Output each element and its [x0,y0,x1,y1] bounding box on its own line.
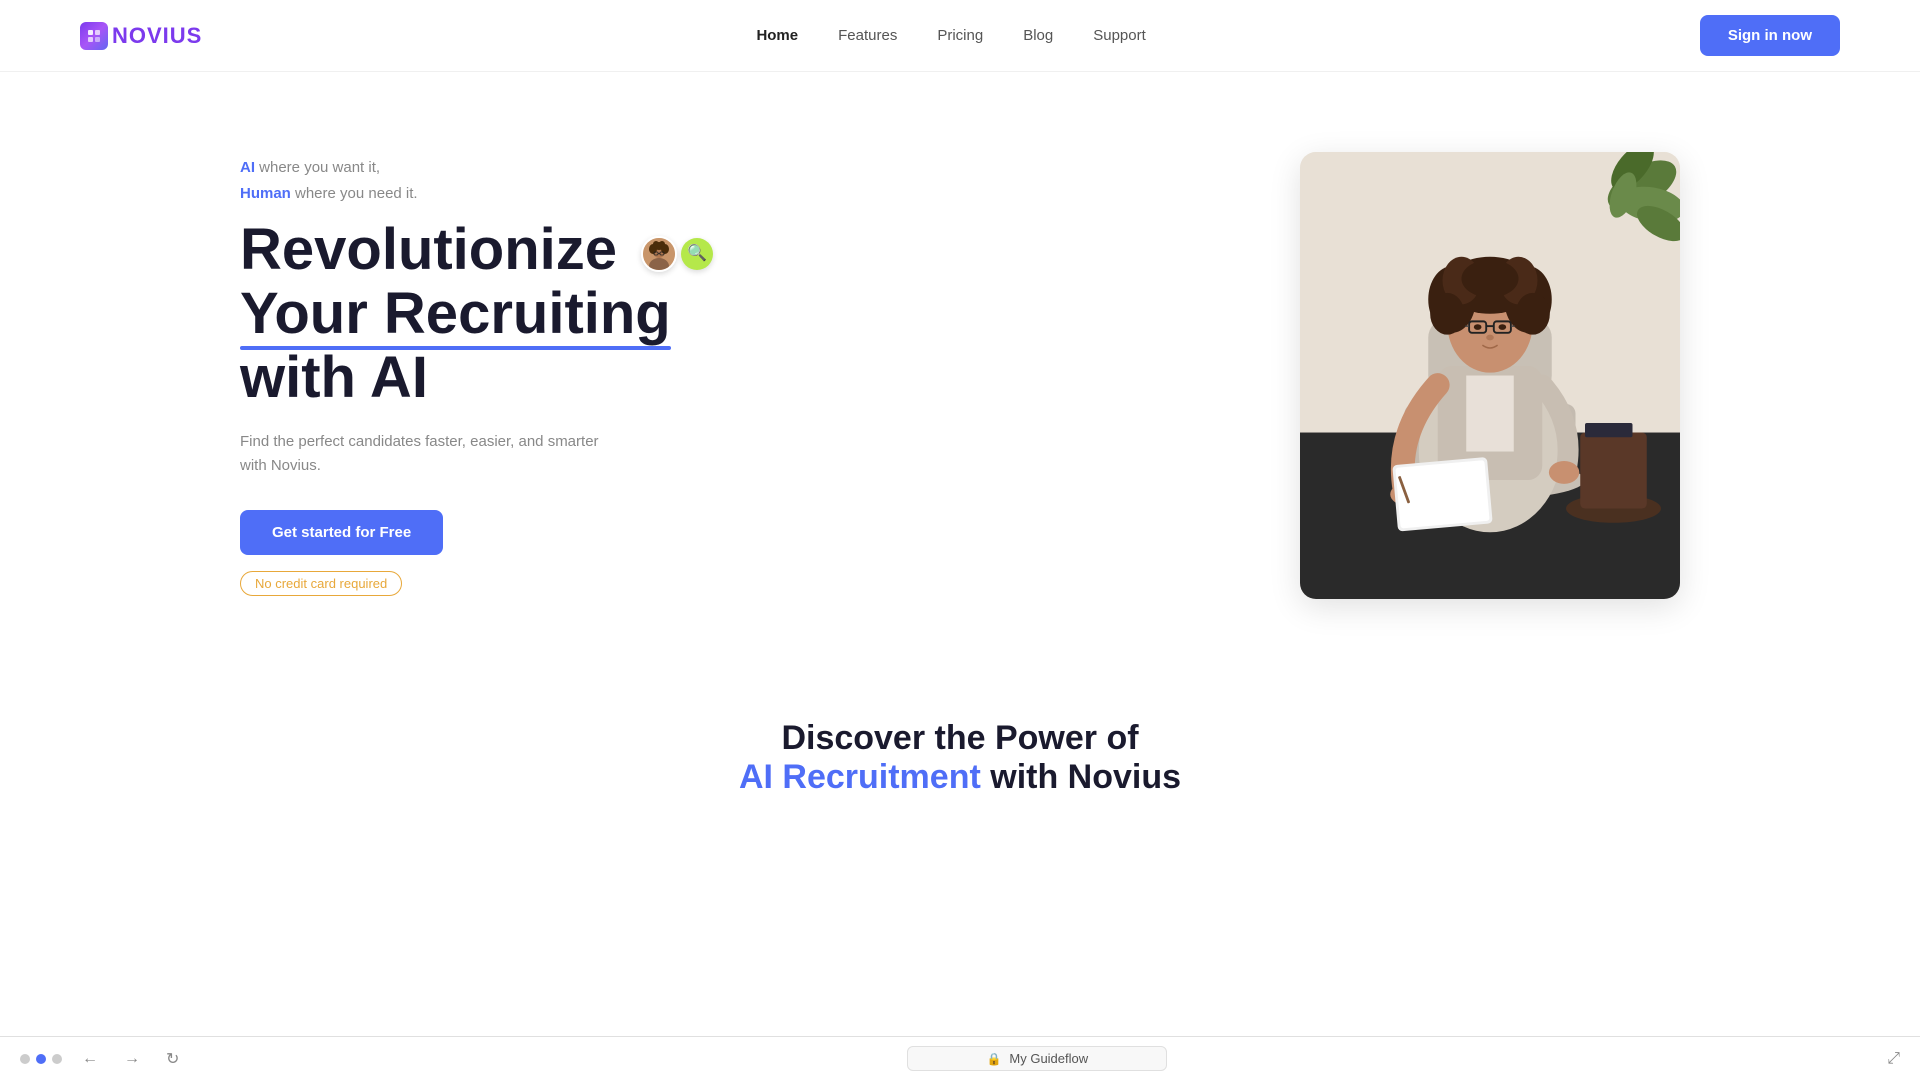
hero-image [1300,152,1680,599]
discover-line1: Discover the Power of [781,719,1138,757]
nav-item-blog[interactable]: Blog [1023,27,1053,44]
hero-section: AI where you want it, Human where you ne… [0,72,1920,659]
headline-part3: with AI [240,345,428,410]
discover-section: Discover the Power of AI Recruitment wit… [0,659,1920,845]
hero-description: Find the perfect candidates faster, easi… [240,430,620,478]
woman-illustration [1300,152,1680,599]
search-icon-badge: 🔍 [681,238,713,270]
nav-item-pricing[interactable]: Pricing [937,27,983,44]
expand-icon[interactable]: ⤢ [1887,1050,1900,1068]
hero-content: AI where you want it, Human where you ne… [240,155,760,595]
tagline-human: Human [240,185,291,202]
dot-3 [52,1054,62,1064]
nav-controls: ← → ↻ [74,1045,187,1073]
navbar: NOVIUS Home Features Pricing Blog Suppor… [0,0,1920,72]
tagline-human-suffix: where you need it. [291,185,418,202]
dot-1 [20,1054,30,1064]
forward-arrow-icon[interactable]: → [116,1046,148,1072]
logo[interactable]: NOVIUS [80,22,202,50]
discover-suffix: with Novius [981,758,1181,796]
headline-part2: Your Recruiting [240,281,671,346]
avatar-badge-group: 🔍 [641,236,713,272]
lock-icon: 🔒 [986,1052,1001,1066]
hero-cta-group: Get started for Free No credit card requ… [240,510,760,596]
hero-tagline: AI where you want it, Human where you ne… [240,155,760,206]
avatar [641,236,677,272]
bottom-bar: ← → ↻ 🔒 My Guideflow ⤢ [0,1036,1920,1080]
discover-title: Discover the Power of AI Recruitment wit… [80,719,1840,797]
tagline-ai: AI [240,159,255,176]
hero-image-area [1300,152,1680,599]
dot-2 [36,1054,46,1064]
nav-links: Home Features Pricing Blog Support [756,27,1145,45]
nav-item-home[interactable]: Home [756,27,798,44]
signin-button[interactable]: Sign in now [1700,15,1840,56]
pagination-dots [20,1054,62,1064]
headline-part1: Revolutionize [240,217,617,282]
guideflow-bar: 🔒 My Guideflow [907,1046,1167,1071]
guideflow-label: My Guideflow [1009,1051,1088,1066]
refresh-icon[interactable]: ↻ [158,1045,187,1073]
hero-headline: Revolutionize [240,218,760,409]
get-started-button[interactable]: Get started for Free [240,510,443,555]
discover-ai-recruitment: AI Recruitment [739,758,981,796]
nav-item-features[interactable]: Features [838,27,897,44]
no-credit-card-label: No credit card required [240,571,402,596]
logo-icon [80,22,108,50]
back-arrow-icon[interactable]: ← [74,1046,106,1072]
nav-item-support[interactable]: Support [1093,27,1146,44]
brand-name: NOVIUS [112,23,202,49]
tagline-ai-suffix: where you want it, [255,159,380,176]
